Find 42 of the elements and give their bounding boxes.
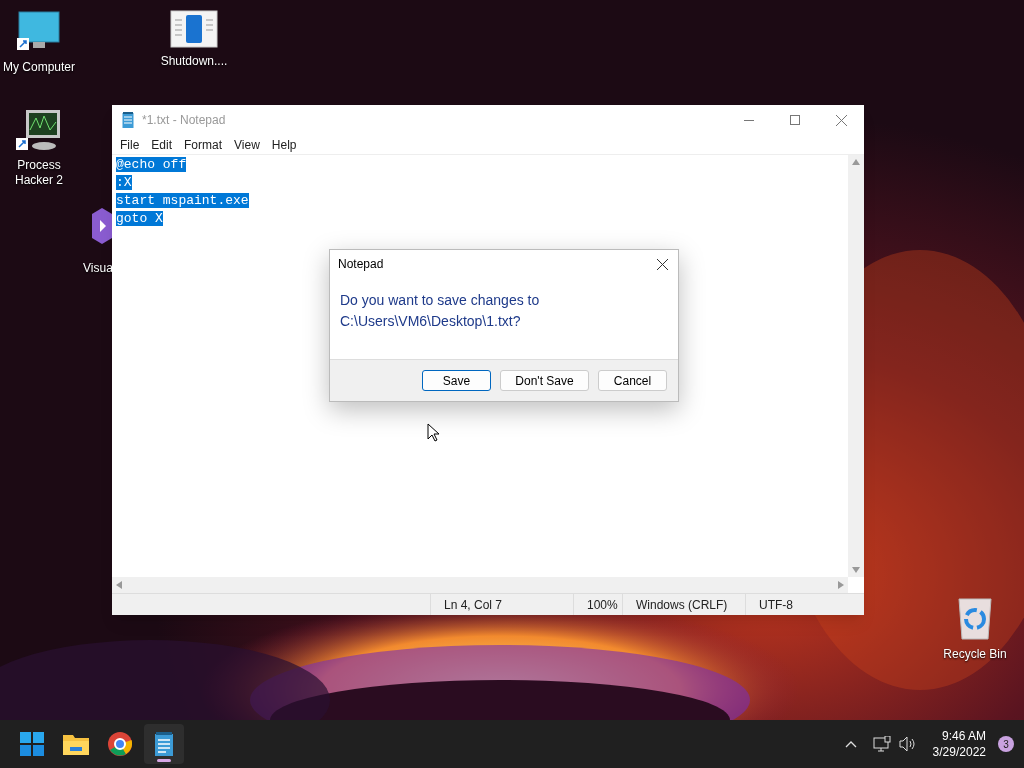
recycle-bin-icon[interactable] (957, 597, 993, 641)
monitor-icon[interactable] (16, 108, 62, 152)
document-icon[interactable] (170, 10, 218, 48)
folder-icon (63, 733, 89, 755)
desktop-icon-label[interactable]: Shutdown.... (160, 54, 228, 69)
desktop-icon-label[interactable]: Visua (83, 261, 113, 276)
network-icon[interactable] (872, 736, 891, 752)
maximize-icon (790, 115, 800, 125)
status-text: 100% (587, 596, 618, 614)
start-icon (20, 732, 44, 756)
dialog-message: Do you want to save changes to C:\Users\VM6\Desktop\1.txt? (340, 291, 541, 331)
clock-date[interactable]: 3/29/2022 (932, 744, 986, 760)
dialog-title: Notepad (338, 256, 384, 273)
dialog-button[interactable]: Cancel (598, 370, 667, 391)
desktop-icon-label[interactable]: Recycle Bin (943, 647, 1007, 662)
close-icon (656, 258, 668, 270)
menu-item[interactable]: View (228, 135, 266, 154)
taskbar-app-button[interactable] (144, 724, 184, 764)
menu-item[interactable]: Format (178, 135, 229, 154)
menu-item[interactable]: Help (265, 135, 303, 154)
minimize-icon (744, 119, 754, 121)
mouse-pointer-icon (427, 423, 439, 442)
hexagon-icon[interactable] (92, 208, 112, 244)
desktop-icon-label[interactable]: My Computer (3, 60, 75, 75)
notepad-icon (154, 732, 174, 756)
status-text: Ln 4, Col 7 (444, 596, 503, 614)
close-icon (835, 114, 847, 126)
clock-time[interactable]: 9:46 AM (941, 728, 986, 744)
dialog-button[interactable]: Save (422, 370, 491, 391)
chevron-up-icon[interactable] (844, 740, 857, 748)
desktop-icon-label[interactable]: Process Hacker 2 (0, 158, 78, 188)
menu-item[interactable]: Edit (145, 135, 179, 154)
notepad-icon (122, 112, 134, 128)
window-title: *1.txt - Notepad (142, 112, 226, 129)
active-indicator (157, 759, 171, 762)
notification-badge[interactable]: 3 (998, 736, 1014, 752)
browser-icon (108, 732, 132, 756)
dialog-button[interactable]: Don't Save (500, 370, 589, 391)
status-text: UTF-8 (759, 596, 793, 614)
status-text: Windows (CRLF) (636, 596, 728, 614)
menu-item[interactable]: File (114, 135, 146, 154)
volume-icon[interactable] (898, 736, 917, 752)
